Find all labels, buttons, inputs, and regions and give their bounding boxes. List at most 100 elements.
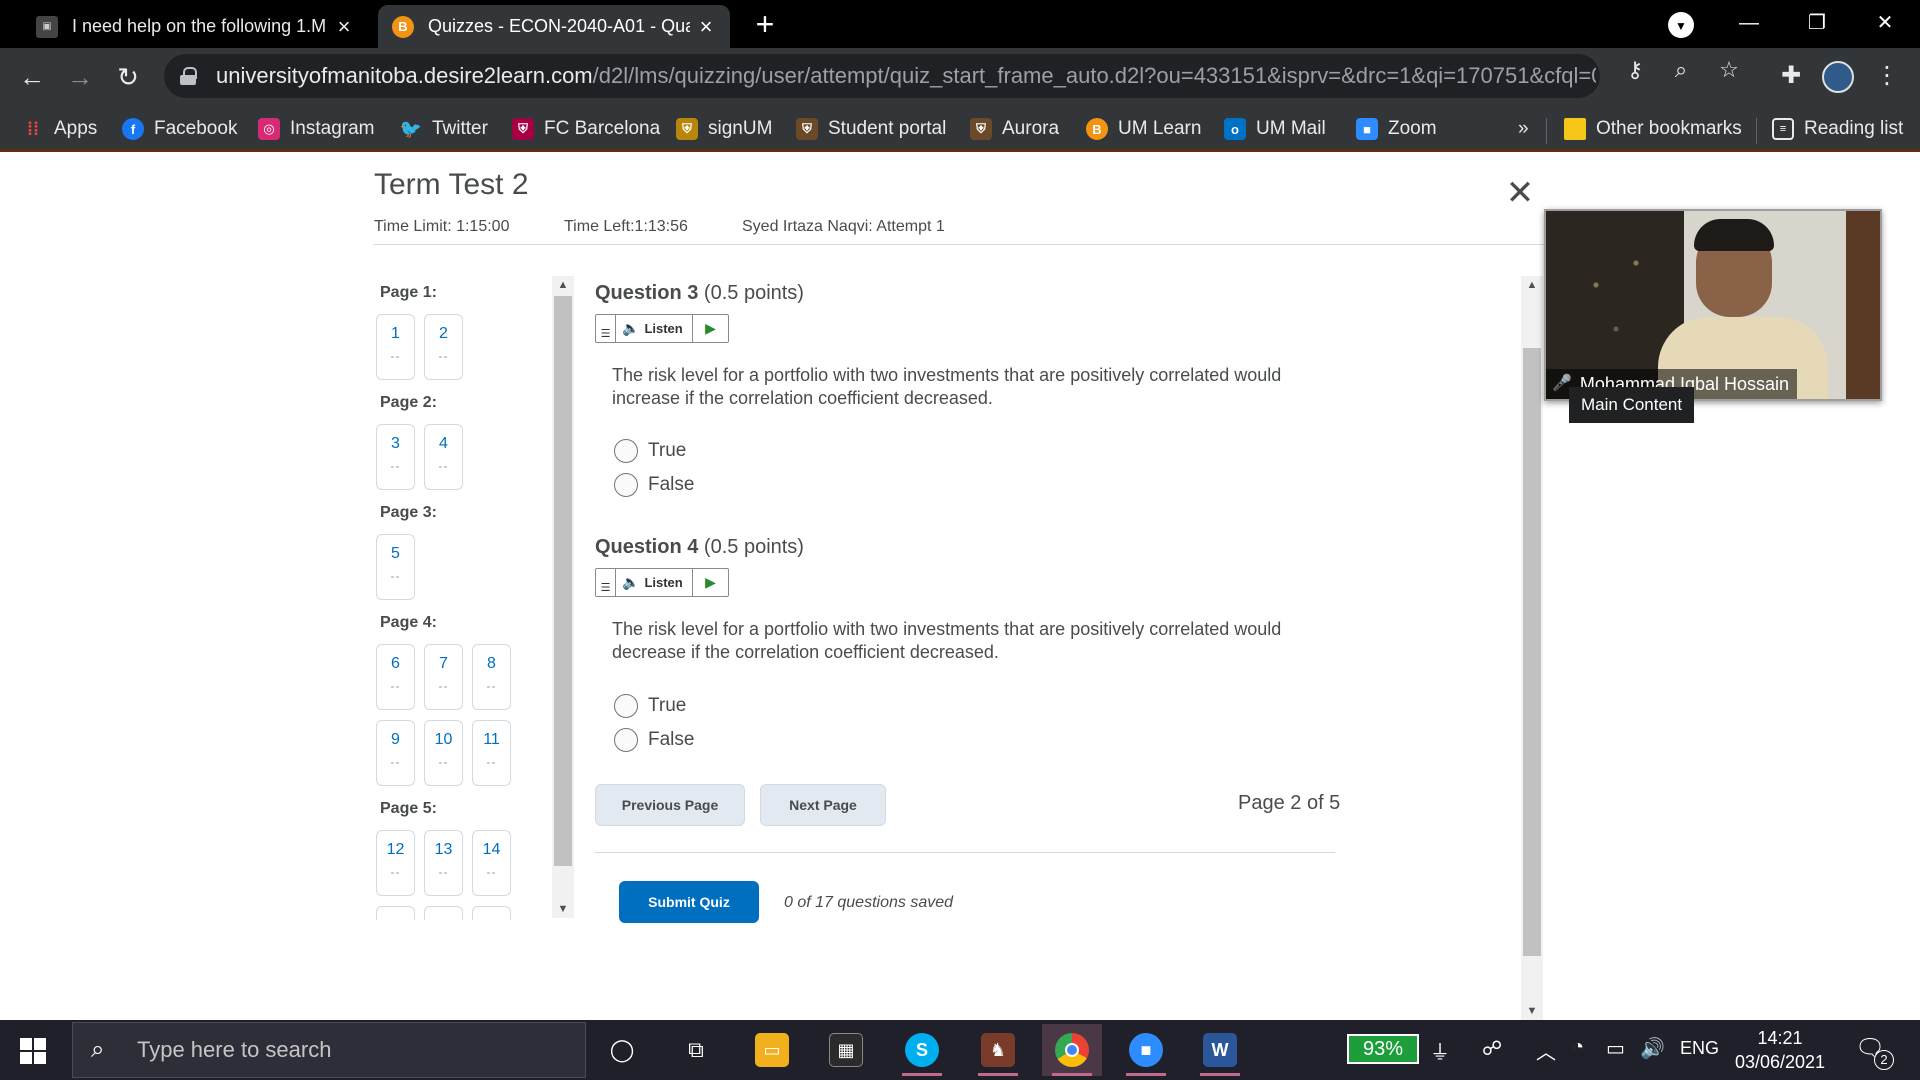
question-link-2[interactable]: 2 -- — [424, 314, 463, 380]
bookmarks-overflow-button[interactable]: » — [1518, 115, 1529, 143]
scroll-down-icon[interactable]: ▼ — [1521, 1002, 1543, 1020]
question-link-10[interactable]: 10 -- — [424, 720, 463, 786]
scrollbar-thumb[interactable] — [1523, 348, 1541, 956]
address-bar[interactable]: universityofmanitoba.desire2learn.com/d2… — [164, 54, 1600, 98]
extensions-icon[interactable]: ✚ — [1774, 59, 1808, 93]
clock[interactable]: 14:21 03/06/2021 — [1734, 1026, 1826, 1074]
chrome-icon[interactable] — [1042, 1024, 1102, 1076]
bookmark-zoom[interactable]: ■ Zoom — [1356, 115, 1437, 143]
q3-option-true[interactable]: True — [614, 438, 686, 464]
chevron-up-icon[interactable]: ︿ — [1536, 1036, 1556, 1065]
bookmark-um-mail[interactable]: o UM Mail — [1224, 115, 1326, 143]
zoom-icon[interactable]: ⌕ — [1668, 57, 1694, 83]
task-view-icon[interactable]: ⧉ — [666, 1024, 726, 1076]
bookmark-instagram[interactable]: ◎ Instagram — [258, 115, 374, 143]
battery-tray-icon[interactable]: ▭ — [1606, 1036, 1625, 1061]
bookmark-star-icon[interactable]: ☆ — [1716, 57, 1742, 83]
radio-button[interactable] — [614, 473, 638, 497]
close-icon[interactable]: ✕ — [1504, 176, 1536, 210]
scroll-up-icon[interactable]: ▲ — [1521, 276, 1543, 294]
tab-quizzes[interactable]: B Quizzes - ECON-2040-A01 - Qua × — [378, 5, 730, 48]
question-link-5[interactable]: 5 -- — [376, 534, 415, 600]
q4-option-false[interactable]: False — [614, 727, 694, 753]
question-link-13[interactable]: 13 -- — [424, 830, 463, 896]
radio-button[interactable] — [614, 728, 638, 752]
navigator-scrollbar[interactable]: ▲ ▼ — [552, 276, 574, 918]
question-link-7[interactable]: 7 -- — [424, 644, 463, 710]
reload-icon[interactable]: ↻ — [110, 59, 146, 95]
scroll-up-icon[interactable]: ▲ — [552, 276, 574, 294]
question-link-partial[interactable] — [472, 906, 511, 920]
reading-list[interactable]: ≡ Reading list — [1772, 115, 1903, 143]
file-explorer-icon[interactable]: ▭ — [742, 1024, 802, 1076]
bookmark-signum[interactable]: ⛨ signUM — [676, 115, 772, 143]
key-icon[interactable]: ⚷ — [1622, 57, 1648, 83]
new-tab-button[interactable]: + — [748, 8, 782, 42]
volume-icon[interactable]: 🔊 — [1640, 1036, 1665, 1061]
word-icon[interactable]: W — [1190, 1024, 1250, 1076]
content-scrollbar[interactable]: ▲ ▼ — [1521, 276, 1543, 1020]
question-link-1[interactable]: 1 -- — [376, 314, 415, 380]
question-link-4[interactable]: 4 -- — [424, 424, 463, 490]
minimize-icon[interactable]: — — [1726, 6, 1772, 40]
play-icon[interactable]: ▶ — [692, 569, 728, 596]
bookmark-um-learn[interactable]: B UM Learn — [1086, 115, 1201, 143]
saved-status: 0 of 17 questions saved — [784, 894, 954, 911]
question-link-11[interactable]: 11 -- — [472, 720, 511, 786]
window-close-icon[interactable]: ✕ — [1862, 6, 1908, 40]
previous-page-button[interactable]: Previous Page — [595, 784, 745, 826]
tab-close-icon[interactable]: × — [696, 14, 716, 40]
language-indicator[interactable]: ENG — [1680, 1038, 1719, 1059]
bookmark-facebook[interactable]: f Facebook — [122, 115, 237, 143]
q3-option-false[interactable]: False — [614, 472, 694, 498]
wifi-icon[interactable]: ◔ — [1572, 1036, 1584, 1059]
restore-icon[interactable]: ❐ — [1794, 6, 1840, 40]
question-link-6[interactable]: 6 -- — [376, 644, 415, 710]
bookmark-student-portal[interactable]: ⛨ Student portal — [796, 115, 946, 143]
tab-close-icon[interactable]: × — [334, 14, 354, 40]
bookmark-twitter[interactable]: 🐦 Twitter — [400, 115, 488, 143]
question-link-14[interactable]: 14 -- — [472, 830, 511, 896]
question-link-partial[interactable] — [424, 906, 463, 920]
zoom-video-tile[interactable]: 🎤 Mohammad Iqbal Hossain — [1544, 209, 1882, 401]
people-icon[interactable]: ☍ — [1482, 1036, 1502, 1061]
speaker-icon: 🔈 — [622, 574, 640, 590]
question-link-9[interactable]: 9 -- — [376, 720, 415, 786]
profile-avatar[interactable] — [1822, 61, 1854, 93]
url-text[interactable]: universityofmanitoba.desire2learn.com/d2… — [216, 63, 1596, 89]
tab-chegg[interactable]: ▣ I need help on the following 1.M × — [22, 5, 368, 48]
tab-search-icon[interactable]: ▼ — [1668, 12, 1694, 38]
bookmark-fc-barcelona[interactable]: ⛨ FC Barcelona — [512, 115, 660, 143]
forward-icon[interactable]: → — [62, 59, 98, 95]
listen-button[interactable]: ☰ 🔈 Listen ▶ — [595, 568, 729, 597]
question-link-12[interactable]: 12 -- — [376, 830, 415, 896]
scroll-down-icon[interactable]: ▼ — [552, 900, 574, 918]
play-icon[interactable]: ▶ — [692, 315, 728, 342]
submit-quiz-button[interactable]: Submit Quiz — [619, 881, 759, 923]
taskbar-search-input[interactable]: ⌕ Type here to search — [72, 1022, 586, 1078]
windows-start-icon[interactable] — [20, 1038, 46, 1064]
menu-kebab-icon[interactable]: ⋮ — [1870, 59, 1904, 93]
zoom-icon[interactable]: ■ — [1116, 1024, 1176, 1076]
battery-indicator[interactable]: 93% — [1347, 1034, 1419, 1064]
radio-button[interactable] — [614, 694, 638, 718]
question-link-8[interactable]: 8 -- — [472, 644, 511, 710]
question-link-3[interactable]: 3 -- — [376, 424, 415, 490]
media-app-icon[interactable]: ♞ — [968, 1024, 1028, 1076]
question-link-partial[interactable] — [376, 906, 415, 920]
cortana-icon[interactable]: ◯ — [592, 1024, 652, 1076]
bookmark-aurora[interactable]: ⛨ Aurora — [970, 115, 1059, 143]
scrollbar-thumb[interactable] — [554, 296, 572, 866]
listen-menu-icon[interactable]: ☰ — [596, 569, 616, 596]
other-bookmarks[interactable]: Other bookmarks — [1564, 115, 1742, 143]
back-icon[interactable]: ← — [14, 59, 50, 95]
q4-option-true[interactable]: True — [614, 693, 686, 719]
next-page-button[interactable]: Next Page — [760, 784, 886, 826]
radio-button[interactable] — [614, 439, 638, 463]
listen-menu-icon[interactable]: ☰ — [596, 315, 616, 342]
bookmark-apps[interactable]: ⁞⁞ Apps — [22, 115, 97, 143]
store-icon[interactable]: ▦ — [816, 1024, 876, 1076]
question-4-text: The risk level for a portfolio with two … — [612, 619, 1282, 662]
skype-icon[interactable]: S — [892, 1024, 952, 1076]
listen-button[interactable]: ☰ 🔈 Listen ▶ — [595, 314, 729, 343]
